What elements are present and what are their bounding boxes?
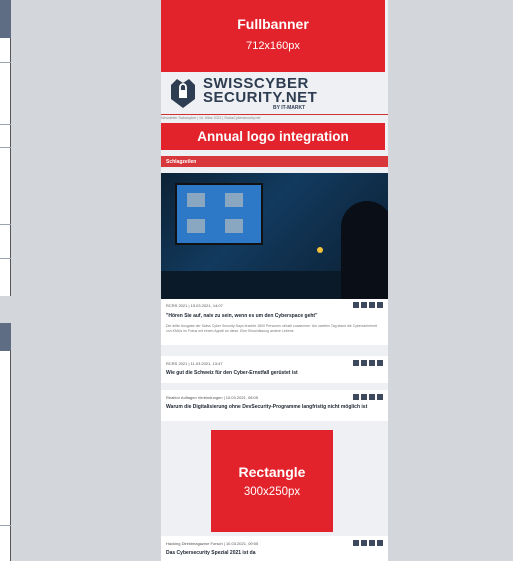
article-card[interactable]: Hacking Direktmagazine Forsch | 10.03.20…: [161, 536, 388, 561]
facebook-icon[interactable]: [353, 394, 359, 400]
twitter-icon[interactable]: [361, 540, 367, 546]
person-silhouette: [341, 201, 388, 299]
left-panel-divider: [0, 124, 11, 125]
video-tile: [225, 219, 243, 233]
logo-text-line2: SECURITY.NET: [203, 89, 318, 106]
linkedin-icon[interactable]: [369, 360, 375, 366]
newsletter-dateline: Newsletter Swisscyber | 16. März 2021 | …: [161, 116, 261, 120]
fullbanner-ad[interactable]: Fullbanner 712x160px: [161, 0, 385, 72]
section-header: Schlagzeilen: [161, 156, 388, 167]
left-panel-header: [0, 0, 11, 38]
email-icon[interactable]: [377, 540, 383, 546]
facebook-icon[interactable]: [353, 540, 359, 546]
article-headline[interactable]: Das Cybersecurity Spezial 2021 ist da: [166, 550, 383, 556]
logo-divider: [161, 114, 388, 115]
article-meta: RCRS 2021 | 15.03.2021, 14:07: [166, 303, 223, 308]
left-panel-divider: [0, 258, 11, 259]
article-card[interactable]: RCRS 2021 | 15.03.2021, 14:07 "Hören Sie…: [161, 173, 388, 345]
share-icons: [353, 394, 383, 400]
email-icon[interactable]: [377, 360, 383, 366]
share-icons: [353, 360, 383, 366]
left-panel-header-2: [0, 323, 11, 351]
twitter-icon[interactable]: [361, 394, 367, 400]
twitter-icon[interactable]: [361, 302, 367, 308]
newsletter-logo: SWISSCYBER SECURITY.NET BY IT-MARKT: [161, 72, 388, 118]
article-meta: Hacking Direktmagazine Forsch | 10.03.20…: [166, 541, 259, 546]
facebook-icon[interactable]: [353, 302, 359, 308]
article-card[interactable]: Reaktor Auflagen Verbindungen | 10.03.20…: [161, 390, 388, 421]
article-card[interactable]: RCRS 2021 | 11.03.2021, 13:47 Wie gut di…: [161, 356, 388, 383]
article-meta: Reaktor Auflagen Verbindungen | 10.03.20…: [166, 395, 259, 400]
rectangle-title: Rectangle: [238, 464, 306, 480]
monitor-screen: [175, 183, 263, 245]
article-headline[interactable]: Wie gut die Schweiz für den Cyber-Ernstf…: [166, 370, 383, 376]
left-panel-divider: [0, 224, 11, 225]
fullbanner-size: 712x160px: [246, 40, 300, 52]
email-icon[interactable]: [377, 394, 383, 400]
shield-lock-icon: [171, 79, 195, 108]
annual-logo-ad[interactable]: Annual logo integration: [161, 123, 385, 150]
share-icons: [353, 540, 383, 546]
email-icon[interactable]: [377, 302, 383, 308]
article-image[interactable]: [161, 173, 388, 299]
video-tile: [187, 219, 205, 233]
desk-light: [317, 247, 323, 253]
facebook-icon[interactable]: [353, 360, 359, 366]
annual-logo-title: Annual logo integration: [197, 129, 349, 144]
twitter-icon[interactable]: [361, 360, 367, 366]
video-tile: [225, 193, 243, 207]
article-meta: RCRS 2021 | 11.03.2021, 13:47: [166, 361, 223, 366]
linkedin-icon[interactable]: [369, 394, 375, 400]
share-icons: [353, 302, 383, 308]
linkedin-icon[interactable]: [369, 302, 375, 308]
left-panel-divider: [0, 62, 11, 63]
article-teaser: Die dritte Ausgabe der Swiss Cyber Secur…: [166, 324, 378, 333]
rectangle-ad[interactable]: Rectangle 300x250px: [211, 430, 333, 532]
left-panel-divider: [0, 147, 11, 148]
left-sidebar-panel: [0, 0, 12, 561]
article-headline[interactable]: "Hören Sie auf, naiv zu sein, wenn es um…: [166, 313, 383, 319]
video-tile: [187, 193, 205, 207]
fullbanner-title: Fullbanner: [237, 16, 309, 32]
newsletter-preview: Fullbanner 712x160px SWISSCYBER SECURITY…: [161, 0, 388, 561]
linkedin-icon[interactable]: [369, 540, 375, 546]
article-headline[interactable]: Warum die Digitalisierung ohne DevSecuri…: [166, 404, 383, 410]
left-panel-body-bottom: [0, 351, 11, 561]
rectangle-size: 300x250px: [243, 486, 301, 498]
left-panel-divider: [0, 525, 11, 526]
logo-text-line3: BY IT-MARKT: [273, 105, 306, 111]
